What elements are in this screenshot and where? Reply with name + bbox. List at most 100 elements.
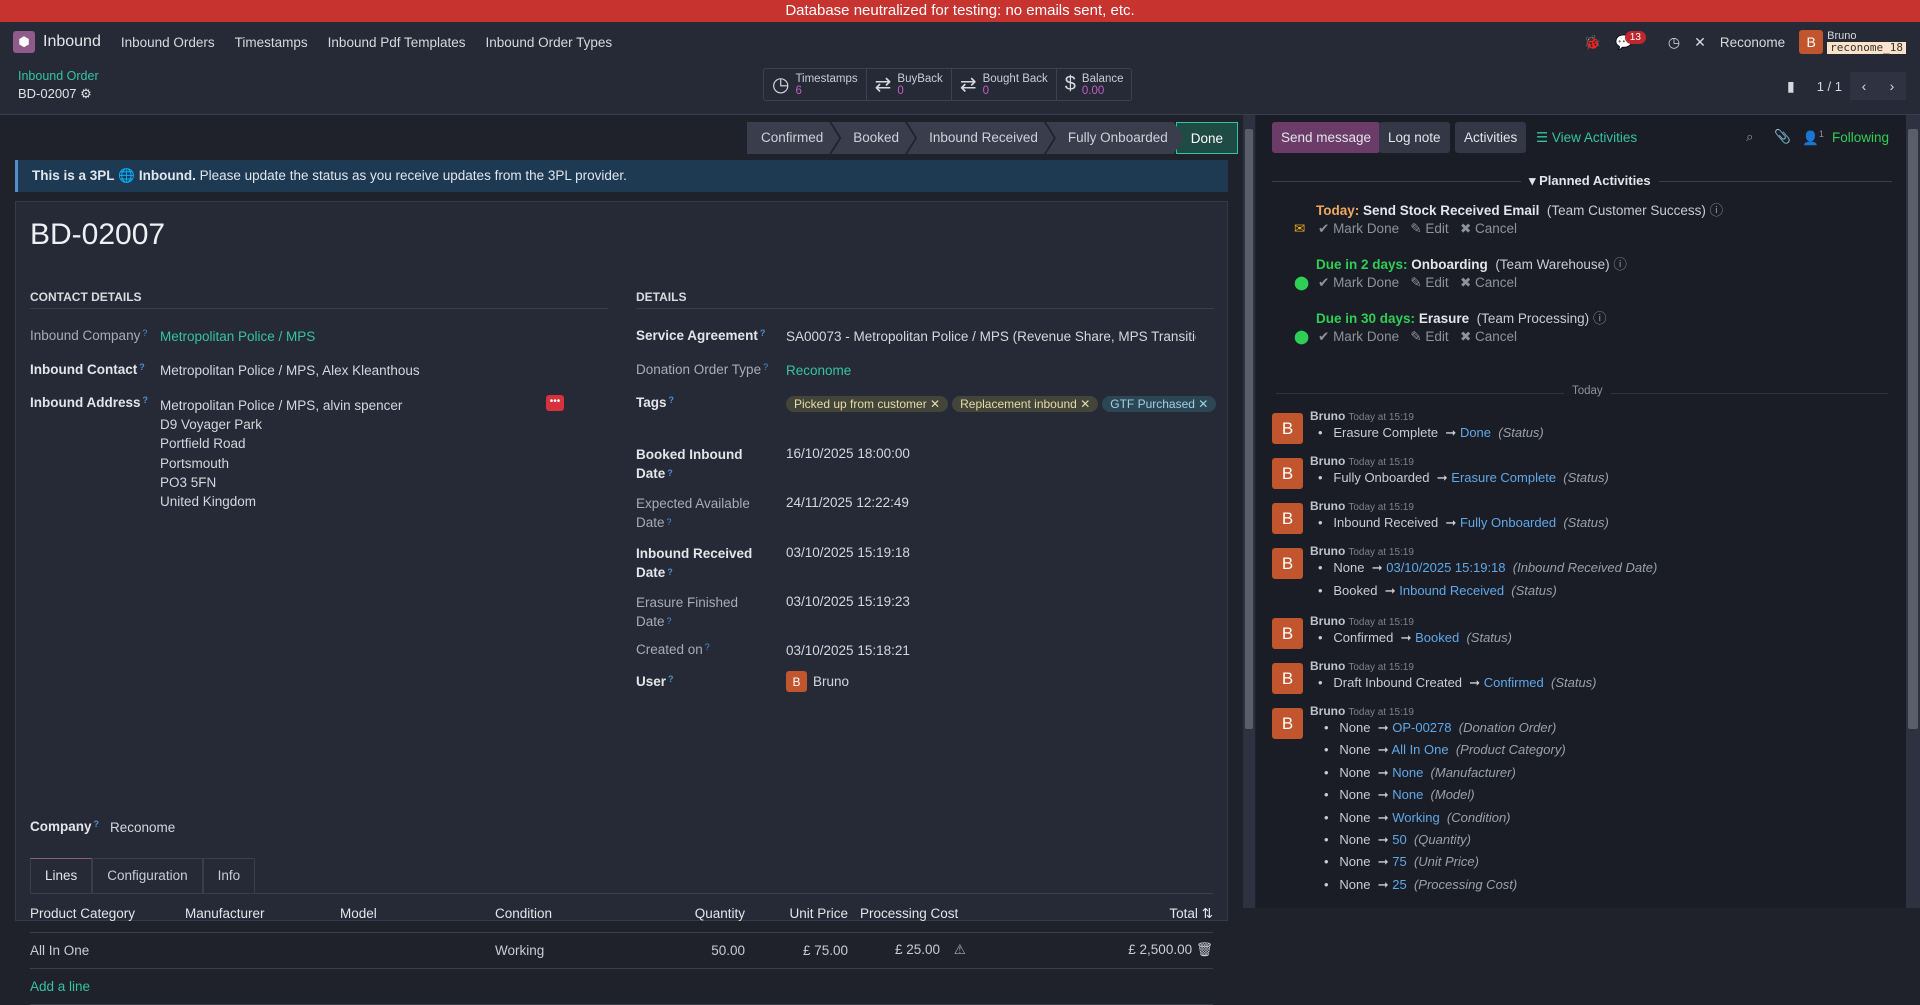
- activity-clock-icon[interactable]: ◷: [1668, 34, 1680, 51]
- author-avatar[interactable]: B: [1272, 663, 1303, 694]
- app-name[interactable]: Inbound: [43, 33, 101, 51]
- message-author[interactable]: Bruno Today at 15:19: [1310, 454, 1414, 468]
- column-settings-icon[interactable]: ⇅: [1202, 906, 1213, 921]
- table-row[interactable]: All In One Working 50.00 £ 75.00 £ 25.00…: [30, 932, 1213, 969]
- author-avatar[interactable]: B: [1272, 413, 1303, 444]
- tag[interactable]: Picked up from customer ✕: [786, 396, 949, 412]
- cell-condition[interactable]: Working: [495, 932, 620, 969]
- nav-pdf-templates[interactable]: Inbound Pdf Templates: [328, 35, 466, 50]
- nav-inbound-orders[interactable]: Inbound Orders: [121, 35, 215, 50]
- message-author[interactable]: Bruno Today at 15:19: [1310, 409, 1414, 423]
- status-inbound-received[interactable]: Inbound Received: [907, 122, 1054, 154]
- pager-value[interactable]: 1 / 1: [1817, 79, 1842, 94]
- cell-category[interactable]: All In One: [30, 932, 185, 969]
- address-more-icon[interactable]: •••: [546, 395, 564, 411]
- author-avatar[interactable]: B: [1272, 548, 1303, 579]
- col-manufacturer[interactable]: Manufacturer: [185, 896, 340, 933]
- cancel-button[interactable]: ✖ Cancel: [1460, 329, 1517, 344]
- status-done[interactable]: Done: [1175, 122, 1239, 154]
- app-logo-icon[interactable]: ⬢: [13, 31, 35, 53]
- following-button[interactable]: Following: [1832, 130, 1889, 145]
- cell-quantity[interactable]: 50.00: [620, 932, 745, 969]
- inbound-company-field[interactable]: Metropolitan Police / MPS: [160, 329, 315, 344]
- col-model[interactable]: Model: [340, 896, 495, 933]
- gear-icon[interactable]: ⚙: [80, 86, 92, 101]
- user-menu[interactable]: B Bruno reconome_18: [1799, 30, 1906, 54]
- cancel-button[interactable]: ✖ Cancel: [1460, 275, 1517, 290]
- booked-date-field[interactable]: 16/10/2025 18:00:00: [786, 446, 910, 461]
- trash-icon[interactable]: 🗑: [1196, 942, 1213, 957]
- followers-button[interactable]: 👤1: [1802, 129, 1824, 147]
- col-unit-price[interactable]: Unit Price: [745, 896, 848, 933]
- author-avatar[interactable]: B: [1272, 503, 1303, 534]
- activities-button[interactable]: Activities: [1455, 122, 1527, 153]
- search-icon[interactable]: ⌕: [1746, 129, 1754, 145]
- col-condition[interactable]: Condition: [495, 896, 620, 933]
- message-author[interactable]: Bruno Today at 15:19: [1310, 704, 1414, 718]
- status-confirmed[interactable]: Confirmed: [747, 122, 839, 154]
- tab-configuration[interactable]: Configuration: [92, 858, 203, 893]
- message-author[interactable]: Bruno Today at 15:19: [1310, 544, 1414, 558]
- bought-back-stat-button[interactable]: ⇄ Bought Back 0: [952, 69, 1057, 100]
- col-product-category[interactable]: Product Category: [30, 896, 185, 933]
- edit-button[interactable]: ✎ Edit: [1410, 221, 1448, 236]
- bookmark-icon[interactable]: ▮: [1787, 78, 1795, 95]
- mark-done-button[interactable]: ✔ Mark Done: [1318, 275, 1399, 290]
- balance-stat-button[interactable]: $ Balance 0.00: [1057, 69, 1132, 100]
- mark-done-button[interactable]: ✔ Mark Done: [1318, 221, 1399, 236]
- message-author[interactable]: Bruno Today at 15:19: [1310, 614, 1414, 628]
- messages-icon[interactable]: 💬13: [1615, 30, 1654, 51]
- edit-button[interactable]: ✎ Edit: [1410, 329, 1448, 344]
- buyback-stat-button[interactable]: ⇄ BuyBack 0: [867, 69, 952, 100]
- cell-manufacturer[interactable]: [185, 932, 340, 969]
- inbound-contact-field[interactable]: Metropolitan Police / MPS, Alex Kleantho…: [160, 363, 420, 378]
- inbound-address-field[interactable]: Metropolitan Police / MPS, alvin spencer…: [160, 396, 402, 511]
- donation-type-field[interactable]: Reconome: [786, 363, 851, 378]
- debug-bug-icon[interactable]: 🐞: [1584, 34, 1601, 51]
- user-field[interactable]: B Bruno: [786, 671, 849, 692]
- author-avatar[interactable]: B: [1272, 708, 1303, 739]
- message-author[interactable]: Bruno Today at 15:19: [1310, 499, 1414, 513]
- add-line-link[interactable]: Add a line: [30, 979, 90, 994]
- author-avatar[interactable]: B: [1272, 458, 1303, 489]
- col-processing-cost[interactable]: Processing Cost: [848, 896, 993, 933]
- tag[interactable]: Replacement inbound ✕: [952, 396, 1099, 412]
- col-quantity[interactable]: Quantity: [620, 896, 745, 933]
- nav-timestamps[interactable]: Timestamps: [235, 35, 308, 50]
- pager-next-button[interactable]: ›: [1878, 72, 1906, 100]
- cell-processing-cost[interactable]: £ 25.00: [860, 942, 940, 957]
- mark-done-button[interactable]: ✔ Mark Done: [1318, 329, 1399, 344]
- col-total[interactable]: Total: [1169, 906, 1198, 921]
- author-avatar[interactable]: B: [1272, 618, 1303, 649]
- received-date-field[interactable]: 03/10/2025 15:19:18: [786, 545, 910, 560]
- tag[interactable]: GTF Purchased ✕: [1102, 396, 1217, 412]
- tab-info[interactable]: Info: [202, 858, 256, 893]
- info-icon[interactable]: ⓘ: [1593, 311, 1607, 326]
- view-activities-button[interactable]: ☰ View Activities: [1536, 130, 1637, 146]
- service-agreement-field[interactable]: SA00073 - Metropolitan Police / MPS (Rev…: [786, 329, 1196, 344]
- log-note-button[interactable]: Log note: [1379, 122, 1450, 153]
- company-field[interactable]: Reconome: [110, 820, 175, 835]
- planned-activities-toggle[interactable]: ▾ Planned Activities: [1521, 173, 1659, 189]
- cell-model[interactable]: [340, 932, 495, 969]
- pager-previous-button[interactable]: ‹: [1850, 72, 1878, 100]
- company-switcher[interactable]: Reconome: [1720, 35, 1785, 50]
- status-fully-onboarded[interactable]: Fully Onboarded: [1046, 122, 1184, 154]
- paperclip-icon[interactable]: 📎: [1774, 129, 1791, 145]
- expected-date-field[interactable]: 24/11/2025 12:22:49: [786, 495, 909, 510]
- status-booked[interactable]: Booked: [831, 122, 915, 154]
- chatter-scrollbar[interactable]: [1906, 115, 1920, 908]
- timestamps-stat-button[interactable]: ◷ Timestamps 6: [764, 69, 867, 100]
- message-author[interactable]: Bruno Today at 15:19: [1310, 659, 1414, 673]
- edit-button[interactable]: ✎ Edit: [1410, 275, 1448, 290]
- form-scrollbar[interactable]: [1243, 115, 1255, 908]
- tools-icon[interactable]: ✕: [1694, 34, 1706, 51]
- cancel-button[interactable]: ✖ Cancel: [1460, 221, 1517, 236]
- erasure-date-field[interactable]: 03/10/2025 15:19:23: [786, 594, 910, 609]
- tags-field[interactable]: Picked up from customer ✕ Replacement inb…: [786, 395, 1220, 412]
- info-icon[interactable]: ⓘ: [1613, 257, 1627, 272]
- send-message-button[interactable]: Send message: [1272, 122, 1381, 153]
- nav-order-types[interactable]: Inbound Order Types: [486, 35, 613, 50]
- tab-lines[interactable]: Lines: [30, 858, 93, 893]
- cell-unit-price[interactable]: £ 75.00: [745, 932, 848, 969]
